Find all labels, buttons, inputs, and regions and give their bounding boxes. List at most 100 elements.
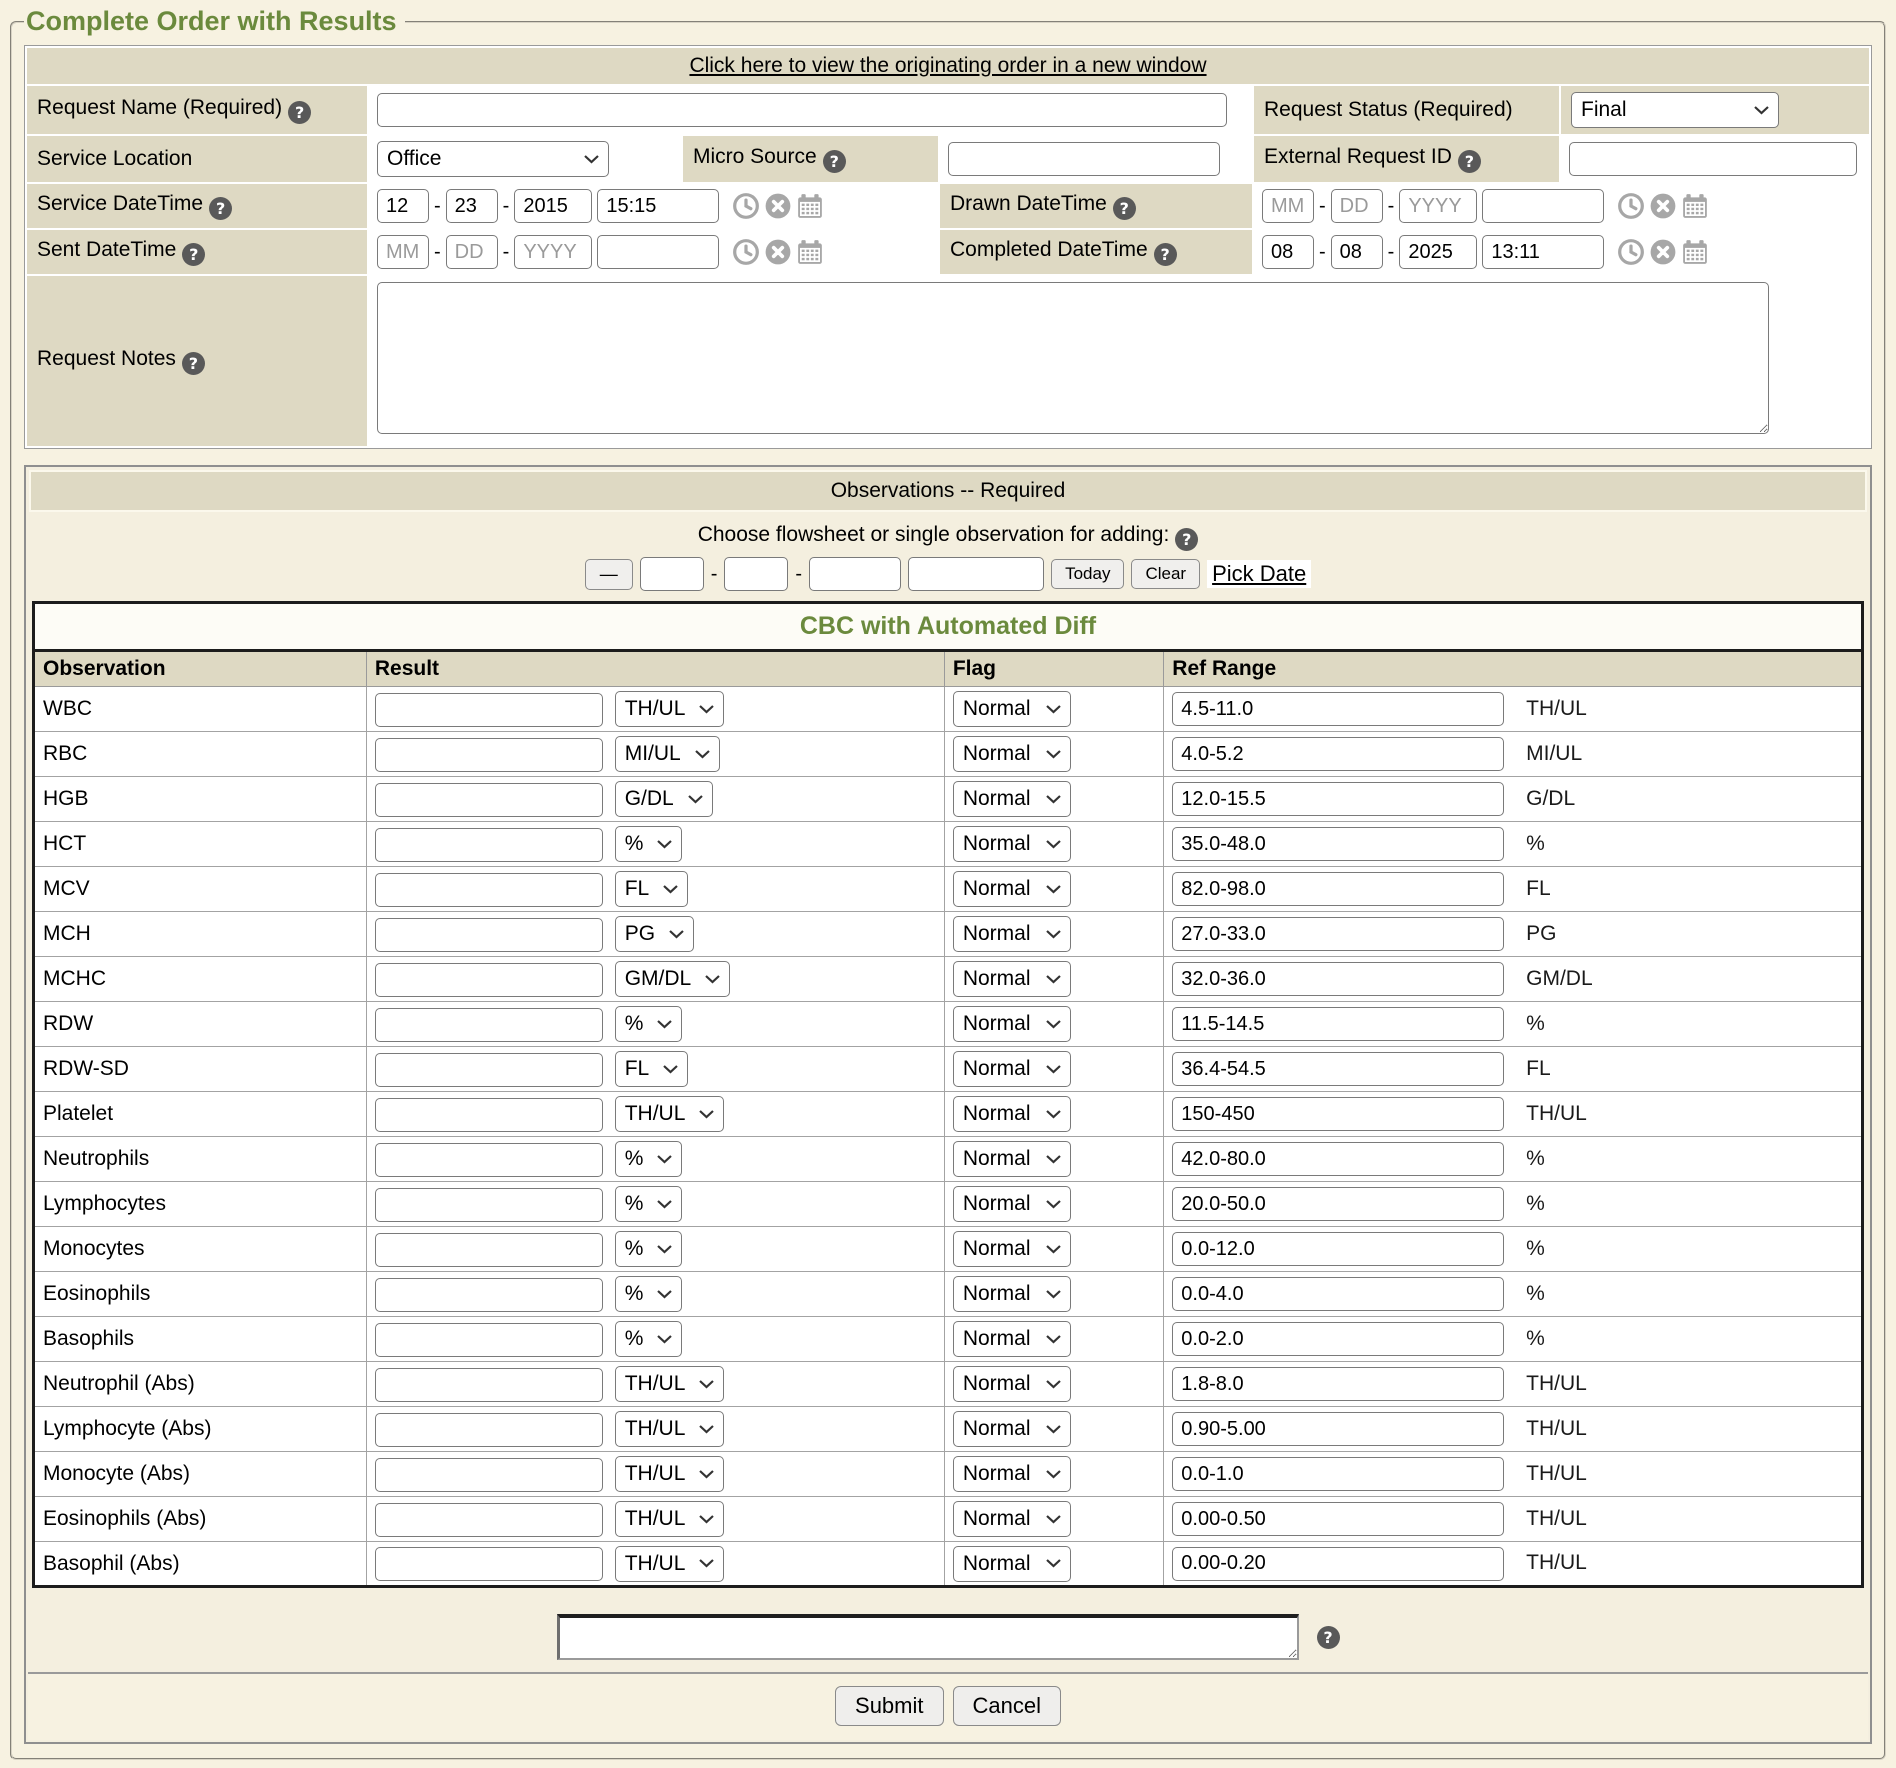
view-originating-order-link[interactable]: Click here to view the originating order… bbox=[689, 54, 1206, 77]
result-unit-select[interactable]: TH/UL bbox=[615, 691, 725, 727]
result-unit-select[interactable]: % bbox=[615, 826, 683, 862]
result-input[interactable] bbox=[375, 1143, 603, 1177]
flag-select[interactable]: Normal bbox=[953, 1546, 1071, 1582]
calendar-icon[interactable] bbox=[796, 192, 824, 220]
result-unit-select[interactable]: % bbox=[615, 1186, 683, 1222]
cancel-button[interactable]: Cancel bbox=[953, 1686, 1061, 1726]
chooser-date-yyyy-input[interactable] bbox=[809, 557, 901, 591]
help-icon[interactable]: ? bbox=[823, 150, 846, 173]
micro-source-input[interactable] bbox=[948, 142, 1220, 176]
result-unit-select[interactable]: TH/UL bbox=[615, 1366, 725, 1402]
ref-range-input[interactable] bbox=[1172, 782, 1504, 816]
flag-select[interactable]: Normal bbox=[953, 1096, 1071, 1132]
flag-select[interactable]: Normal bbox=[953, 1051, 1071, 1087]
completed-date-dd-input[interactable] bbox=[1331, 235, 1383, 269]
drawn-date-mm-input[interactable] bbox=[1262, 189, 1314, 223]
submit-button[interactable]: Submit bbox=[835, 1686, 943, 1726]
result-input[interactable] bbox=[375, 1188, 603, 1222]
ref-range-input[interactable] bbox=[1172, 1142, 1504, 1176]
flag-select[interactable]: Normal bbox=[953, 826, 1071, 862]
clock-icon[interactable] bbox=[732, 192, 760, 220]
result-input[interactable] bbox=[375, 1278, 603, 1312]
flag-select[interactable]: Normal bbox=[953, 1006, 1071, 1042]
ref-range-input[interactable] bbox=[1172, 1457, 1504, 1491]
result-unit-select[interactable]: GM/DL bbox=[615, 961, 731, 997]
drawn-date-dd-input[interactable] bbox=[1331, 189, 1383, 223]
help-icon[interactable]: ? bbox=[1317, 1626, 1340, 1649]
result-input[interactable] bbox=[375, 738, 603, 772]
chooser-time-input[interactable] bbox=[908, 557, 1044, 591]
ref-range-input[interactable] bbox=[1172, 917, 1504, 951]
sent-date-mm-input[interactable] bbox=[377, 235, 429, 269]
result-unit-select[interactable]: TH/UL bbox=[615, 1501, 725, 1537]
result-unit-select[interactable]: MI/UL bbox=[615, 736, 720, 772]
ref-range-input[interactable] bbox=[1172, 1232, 1504, 1266]
help-icon[interactable]: ? bbox=[182, 243, 205, 266]
result-input[interactable] bbox=[375, 783, 603, 817]
calendar-icon[interactable] bbox=[796, 238, 824, 266]
flag-select[interactable]: Normal bbox=[953, 1276, 1071, 1312]
result-input[interactable] bbox=[375, 1413, 603, 1447]
flag-select[interactable]: Normal bbox=[953, 1231, 1071, 1267]
result-unit-select[interactable]: TH/UL bbox=[615, 1456, 725, 1492]
flag-select[interactable]: Normal bbox=[953, 1186, 1071, 1222]
result-unit-select[interactable]: G/DL bbox=[615, 781, 713, 817]
flag-select[interactable]: Normal bbox=[953, 1321, 1071, 1357]
clear-datetime-icon[interactable] bbox=[1649, 238, 1677, 266]
ref-range-input[interactable] bbox=[1172, 827, 1504, 861]
result-input[interactable] bbox=[375, 828, 603, 862]
ref-range-input[interactable] bbox=[1172, 1007, 1504, 1041]
result-input[interactable] bbox=[375, 1547, 603, 1581]
clear-datetime-icon[interactable] bbox=[764, 192, 792, 220]
ref-range-input[interactable] bbox=[1172, 1322, 1504, 1356]
service-date-dd-input[interactable] bbox=[446, 189, 498, 223]
request-name-input[interactable] bbox=[377, 93, 1227, 127]
result-unit-select[interactable]: TH/UL bbox=[615, 1411, 725, 1447]
ref-range-input[interactable] bbox=[1172, 1547, 1504, 1581]
completed-time-input[interactable] bbox=[1482, 235, 1604, 269]
flag-select[interactable]: Normal bbox=[953, 1411, 1071, 1447]
bottom-notes-textarea[interactable] bbox=[557, 1614, 1299, 1660]
flag-select[interactable]: Normal bbox=[953, 691, 1071, 727]
clear-datetime-icon[interactable] bbox=[764, 238, 792, 266]
service-time-input[interactable] bbox=[597, 189, 719, 223]
result-input[interactable] bbox=[375, 693, 603, 727]
clear-datetime-icon[interactable] bbox=[1649, 192, 1677, 220]
ref-range-input[interactable] bbox=[1172, 1097, 1504, 1131]
calendar-icon[interactable] bbox=[1681, 238, 1709, 266]
result-unit-select[interactable]: PG bbox=[615, 916, 694, 952]
request-status-select[interactable]: Final bbox=[1571, 92, 1779, 128]
help-icon[interactable]: ? bbox=[1154, 243, 1177, 266]
result-unit-select[interactable]: % bbox=[615, 1006, 683, 1042]
help-icon[interactable]: ? bbox=[209, 197, 232, 220]
drawn-date-yyyy-input[interactable] bbox=[1399, 189, 1477, 223]
ref-range-input[interactable] bbox=[1172, 1502, 1504, 1536]
result-input[interactable] bbox=[375, 1458, 603, 1492]
ref-range-input[interactable] bbox=[1172, 1412, 1504, 1446]
result-unit-select[interactable]: FL bbox=[615, 871, 689, 907]
result-unit-select[interactable]: % bbox=[615, 1231, 683, 1267]
help-icon[interactable]: ? bbox=[288, 101, 311, 124]
service-date-yyyy-input[interactable] bbox=[514, 189, 592, 223]
ref-range-input[interactable] bbox=[1172, 692, 1504, 726]
flowsheet-select-button[interactable]: — bbox=[585, 559, 633, 590]
help-icon[interactable]: ? bbox=[1175, 528, 1198, 551]
result-input[interactable] bbox=[375, 1053, 603, 1087]
completed-date-yyyy-input[interactable] bbox=[1399, 235, 1477, 269]
result-input[interactable] bbox=[375, 1008, 603, 1042]
ref-range-input[interactable] bbox=[1172, 872, 1504, 906]
result-input[interactable] bbox=[375, 1323, 603, 1357]
completed-date-mm-input[interactable] bbox=[1262, 235, 1314, 269]
help-icon[interactable]: ? bbox=[182, 352, 205, 375]
result-input[interactable] bbox=[375, 963, 603, 997]
result-unit-select[interactable]: FL bbox=[615, 1051, 689, 1087]
clock-icon[interactable] bbox=[732, 238, 760, 266]
sent-time-input[interactable] bbox=[597, 235, 719, 269]
result-input[interactable] bbox=[375, 918, 603, 952]
flag-select[interactable]: Normal bbox=[953, 871, 1071, 907]
result-input[interactable] bbox=[375, 1368, 603, 1402]
calendar-icon[interactable] bbox=[1681, 192, 1709, 220]
today-button[interactable]: Today bbox=[1051, 559, 1124, 589]
chooser-date-mm-input[interactable] bbox=[640, 557, 704, 591]
flag-select[interactable]: Normal bbox=[953, 916, 1071, 952]
